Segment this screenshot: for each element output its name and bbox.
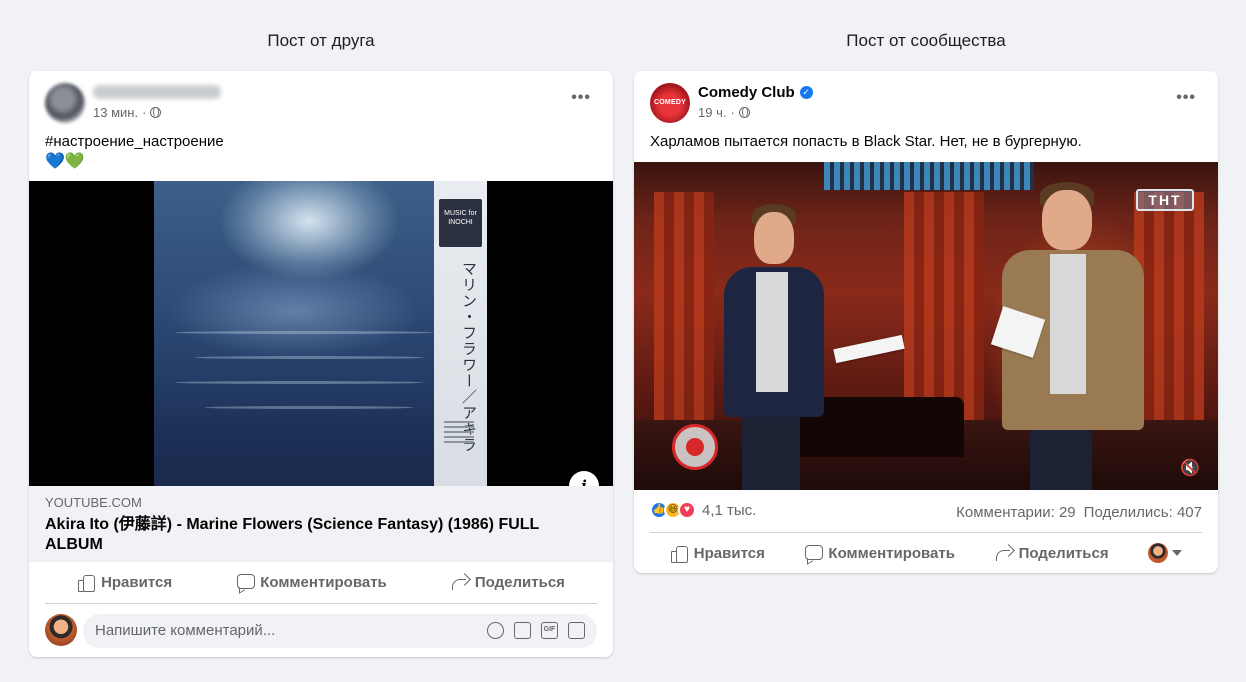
post-text: Харламов пытается попасть в Black Star. … [650,133,1082,150]
verified-icon: ✓ [799,86,813,99]
author-avatar[interactable] [45,83,85,123]
sticker-icon[interactable] [568,622,585,639]
community-post-card: COMEDY Comedy Club ✓ 19 ч. · ••• Харламо… [634,71,1218,573]
video-player[interactable]: ТНТ 🔇 [634,162,1218,490]
thumbs-up-icon [670,544,688,563]
globe-icon [150,107,162,118]
author-name-blurred[interactable] [93,85,221,99]
current-user-avatar[interactable] [45,614,77,646]
globe-icon [738,107,750,118]
share-button[interactable]: Поделиться [451,573,565,591]
comment-icon [804,544,824,562]
like-button[interactable]: Нравится [670,544,765,563]
channel-logo: ТНТ [1136,189,1194,211]
smile-icon[interactable] [487,622,504,639]
post-stats: Комментарии: 29 Поделились: 407 [956,504,1202,521]
comment-tools: GIF [487,622,585,639]
page-name[interactable]: Comedy Club ✓ [698,84,813,101]
post-meta: 19 ч. · [698,105,750,120]
comment-button[interactable]: Комментировать [804,544,955,562]
react-as-selector[interactable] [1148,543,1183,563]
muted-speaker-icon[interactable]: 🔇 [1180,458,1200,478]
post-emoji: 💙💚 [45,153,85,170]
link-domain: YOUTUBE.COM [45,495,142,510]
gif-icon[interactable]: GIF [541,622,558,639]
post-actions: Нравится Комментировать Поделиться [650,533,1202,573]
post-time[interactable]: 13 мин. [93,105,138,120]
obi-fine-print [444,421,474,461]
shares-count[interactable]: Поделились: 407 [1084,504,1202,521]
like-button[interactable]: Нравится [77,573,172,592]
post-text: #настроение_настроение [45,133,224,150]
column-title-community-post: Пост от сообщества [846,31,1006,50]
reactions-summary[interactable]: 👍 😆 ♥ 4,1 тыс. [650,501,756,519]
chevron-down-icon [1172,550,1183,556]
comment-button[interactable]: Комментировать [236,573,387,591]
link-preview[interactable]: YOUTUBE.COM Akira Ito (伊藤詳) - Marine Flo… [29,486,613,562]
post-meta: 13 мин. · [93,105,162,120]
account-avatar [1148,543,1169,563]
comments-count[interactable]: Комментарии: 29 [956,504,1076,521]
page-avatar-text: COMEDY [654,99,686,106]
obi-title: MUSIC for INOCHI [439,199,482,247]
comment-composer: Напишите комментарий... GIF [45,614,597,648]
page-avatar[interactable]: COMEDY [650,83,690,123]
camera-icon[interactable] [514,622,531,639]
post-actions: Нравится Комментировать Поделиться [45,562,597,602]
video-thumbnail[interactable]: MUSIC for INOCHI マリン・フラワー／アキラ [29,181,613,486]
divider [45,603,597,604]
link-title: Akira Ito (伊藤詳) - Marine Flowers (Scienc… [45,516,540,553]
performer-right [990,182,1154,490]
share-icon [995,544,1013,562]
share-icon [451,573,469,591]
reactions-count: 4,1 тыс. [702,501,757,519]
thumbs-up-icon [77,573,96,592]
love-reaction-icon: ♥ [678,501,696,519]
post-time[interactable]: 19 ч. [698,105,726,120]
friend-post-card: 13 мин. · ••• #настроение_настроение 💙💚 … [29,71,613,657]
record-icon [672,424,718,470]
performer-left [714,202,905,490]
comment-icon [236,573,256,591]
comment-input[interactable]: Напишите комментарий... GIF [83,614,597,648]
more-options-icon[interactable]: ••• [571,90,591,106]
more-options-icon[interactable]: ••• [1176,90,1196,106]
share-button[interactable]: Поделиться [995,544,1109,562]
column-title-friend-post: Пост от друга [267,31,375,50]
album-obi-strip: MUSIC for INOCHI マリン・フラワー／アキラ [434,181,487,486]
